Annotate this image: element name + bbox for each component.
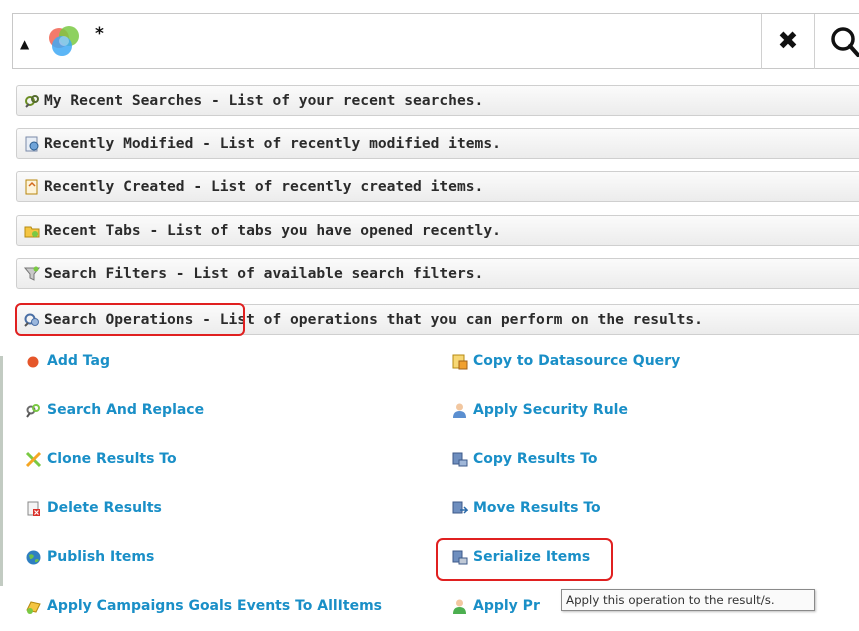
section-recent-tabs[interactable]: Recent Tabs - List of tabs you have open… xyxy=(16,215,859,246)
collapse-toggle-icon[interactable]: ▲ xyxy=(20,38,29,50)
op-label: Delete Results xyxy=(47,500,162,516)
op-label: Apply Security Rule xyxy=(473,402,628,418)
tag-dot-icon xyxy=(27,356,39,368)
copy-results-icon xyxy=(452,452,468,467)
section-description: - List of recently created items. xyxy=(184,178,484,195)
background-edge xyxy=(0,356,3,586)
search-icon xyxy=(831,27,859,57)
section-name: My Recent Searches xyxy=(44,92,203,109)
op-label: Search And Replace xyxy=(47,402,205,418)
section-recently-modified[interactable]: Recently Modified - List of recently mod… xyxy=(16,128,859,159)
section-my-recent-searches[interactable]: My Recent Searches - List of your recent… xyxy=(16,85,859,116)
campaign-icon xyxy=(26,601,41,614)
op-label: Apply Pr xyxy=(473,598,540,614)
op-label: Publish Items xyxy=(47,549,155,565)
datasource-icon xyxy=(452,354,468,370)
recently-created-icon xyxy=(25,179,38,195)
security-user-icon xyxy=(453,403,466,418)
search-bar: ▲ * ✖ xyxy=(12,13,859,69)
op-label: Apply Campaigns Goals Events To AllItems xyxy=(47,598,382,614)
search-app-logo-icon xyxy=(49,26,79,56)
delete-icon xyxy=(27,501,40,516)
section-description: - List of your recent searches. xyxy=(202,92,484,109)
section-recently-created[interactable]: Recently Created - List of recently crea… xyxy=(16,171,859,202)
clone-icon xyxy=(25,451,42,468)
op-label: Move Results To xyxy=(473,500,601,516)
globe-icon xyxy=(26,550,41,565)
section-search-filters[interactable]: Search Filters - List of available searc… xyxy=(16,258,859,289)
section-description: - List of recently modified items. xyxy=(193,135,501,152)
tooltip: Apply this operation to the result/s. xyxy=(561,589,815,611)
filter-icon xyxy=(23,266,41,281)
search-button[interactable] xyxy=(825,22,859,62)
section-description: - List of tabs you have opened recently. xyxy=(140,222,501,239)
section-description: - List of available search filters. xyxy=(167,265,484,282)
section-name: Recently Created xyxy=(44,178,185,195)
clear-search-button[interactable]: ✖ xyxy=(775,28,801,54)
recent-searches-icon xyxy=(25,95,39,108)
recently-modified-icon xyxy=(25,136,39,152)
recent-tabs-icon xyxy=(24,226,40,238)
search-replace-icon xyxy=(26,404,40,418)
op-label: Clone Results To xyxy=(47,451,177,467)
close-icon: ✖ xyxy=(777,26,799,55)
section-name: Recent Tabs xyxy=(44,222,141,239)
apply-profile-icon xyxy=(453,599,466,614)
op-label: Add Tag xyxy=(47,353,110,369)
search-query[interactable]: * xyxy=(95,24,104,44)
section-name: Search Filters xyxy=(44,265,168,282)
highlight-box xyxy=(436,538,613,581)
highlight-box xyxy=(15,303,245,336)
op-label: Copy to Datasource Query xyxy=(473,353,681,369)
divider xyxy=(761,14,762,69)
divider xyxy=(814,14,815,69)
op-label: Copy Results To xyxy=(473,451,598,467)
section-description: - List of operations that you can perfor… xyxy=(193,311,703,328)
move-results-icon xyxy=(452,501,468,514)
section-name: Recently Modified xyxy=(44,135,194,152)
